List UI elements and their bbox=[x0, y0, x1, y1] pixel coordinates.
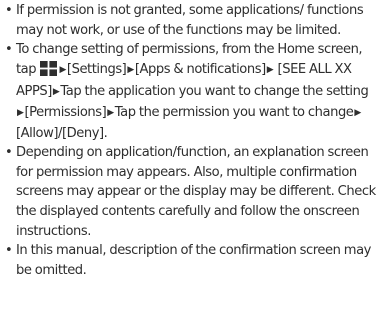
note-item-confirmation-omitted: • In this manual, description of the con… bbox=[4, 241, 376, 280]
step-tap-application: Tap the application you want to change t… bbox=[60, 84, 369, 100]
note-item-explanation-screen: • Depending on application/function, an … bbox=[4, 143, 376, 241]
step-allow-deny: [Allow]/[Deny]. bbox=[16, 125, 108, 141]
note-text: If permission is not granted, some appli… bbox=[16, 3, 364, 38]
step-apps-notifications: [Apps & notifications] bbox=[134, 61, 266, 77]
step-permissions: [Permissions] bbox=[24, 104, 107, 120]
arrow-right-icon: ▶ bbox=[17, 107, 24, 118]
arrow-right-icon: ▶ bbox=[127, 64, 134, 75]
notes-list: • If permission is not granted, some app… bbox=[0, 0, 376, 280]
step-settings: [Settings] bbox=[66, 61, 127, 77]
note-text: Depending on application/function, an ex… bbox=[16, 145, 376, 239]
arrow-right-icon: ▶ bbox=[266, 64, 274, 75]
home-apps-icon bbox=[40, 60, 58, 83]
note-item-permission-not-granted: • If permission is not granted, some app… bbox=[4, 1, 376, 40]
bullet-icon: • bbox=[5, 42, 13, 58]
note-item-change-permissions: • To change setting of permissions, from… bbox=[4, 40, 376, 143]
step-tap-permission: Tap the permission you want to change bbox=[114, 104, 354, 120]
bullet-icon: • bbox=[5, 3, 13, 18]
arrow-right-icon: ▶ bbox=[59, 64, 66, 75]
note-text: In this manual, description of the confi… bbox=[16, 243, 371, 278]
bullet-icon: • bbox=[5, 145, 13, 161]
arrow-right-icon: ▶ bbox=[52, 87, 60, 98]
arrow-right-icon: ▶ bbox=[354, 107, 361, 118]
arrow-right-icon: ▶ bbox=[107, 107, 114, 118]
bullet-icon: • bbox=[5, 243, 13, 259]
